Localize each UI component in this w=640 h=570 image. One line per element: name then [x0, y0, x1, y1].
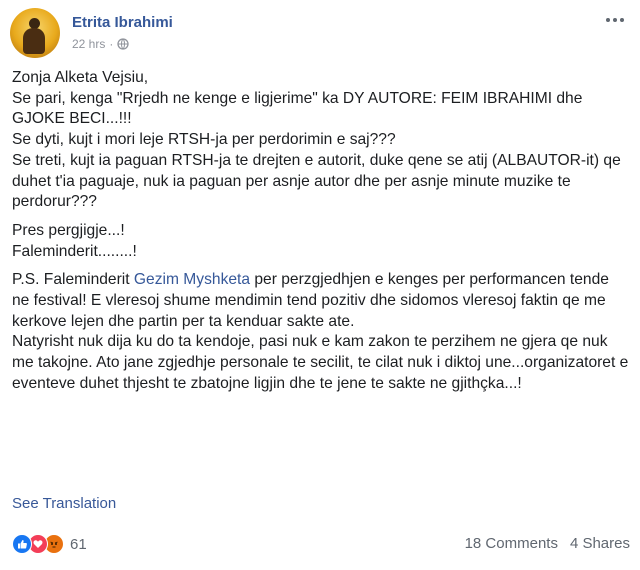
post-body: Zonja Alketa Vejsiu, Se pari, kenga "Rrj…: [12, 68, 630, 403]
post-footer: 61 18 Comments 4 Shares: [12, 530, 630, 558]
post-paragraph-2: Pres pergjigje...! Faleminderit........!: [12, 221, 137, 260]
ps-text-rest: per perzgjedhjen e kenges per performanc…: [12, 271, 629, 392]
post-paragraph-3: P.S. Faleminderit Gezim Myshketa per per…: [12, 270, 630, 394]
post-stats: 18 Comments 4 Shares: [465, 535, 630, 552]
mention-link[interactable]: Gezim Myshketa: [134, 271, 250, 288]
author-name[interactable]: Etrita Ibrahimi: [72, 14, 173, 31]
post-header: Etrita Ibrahimi 22 hrs ·: [10, 8, 630, 60]
post-meta: 22 hrs ·: [72, 37, 130, 51]
meta-separator: ·: [109, 37, 114, 51]
avatar[interactable]: [10, 8, 60, 58]
avatar-figure-body: [23, 28, 45, 54]
post-paragraph-1: Zonja Alketa Vejsiu, Se pari, kenga "Rrj…: [12, 69, 621, 211]
post-time[interactable]: 22 hrs: [72, 37, 105, 51]
like-icon: [12, 534, 32, 554]
shares-count-link[interactable]: 4 Shares: [570, 535, 630, 552]
globe-icon[interactable]: [117, 38, 130, 50]
comments-count-link[interactable]: 18 Comments: [465, 535, 558, 552]
reaction-count: 61: [70, 535, 87, 553]
more-options-icon[interactable]: [602, 12, 628, 28]
reactions-summary[interactable]: 61: [12, 534, 87, 554]
see-translation-link[interactable]: See Translation: [12, 495, 116, 512]
ps-text-start: P.S. Faleminderit: [12, 271, 134, 289]
